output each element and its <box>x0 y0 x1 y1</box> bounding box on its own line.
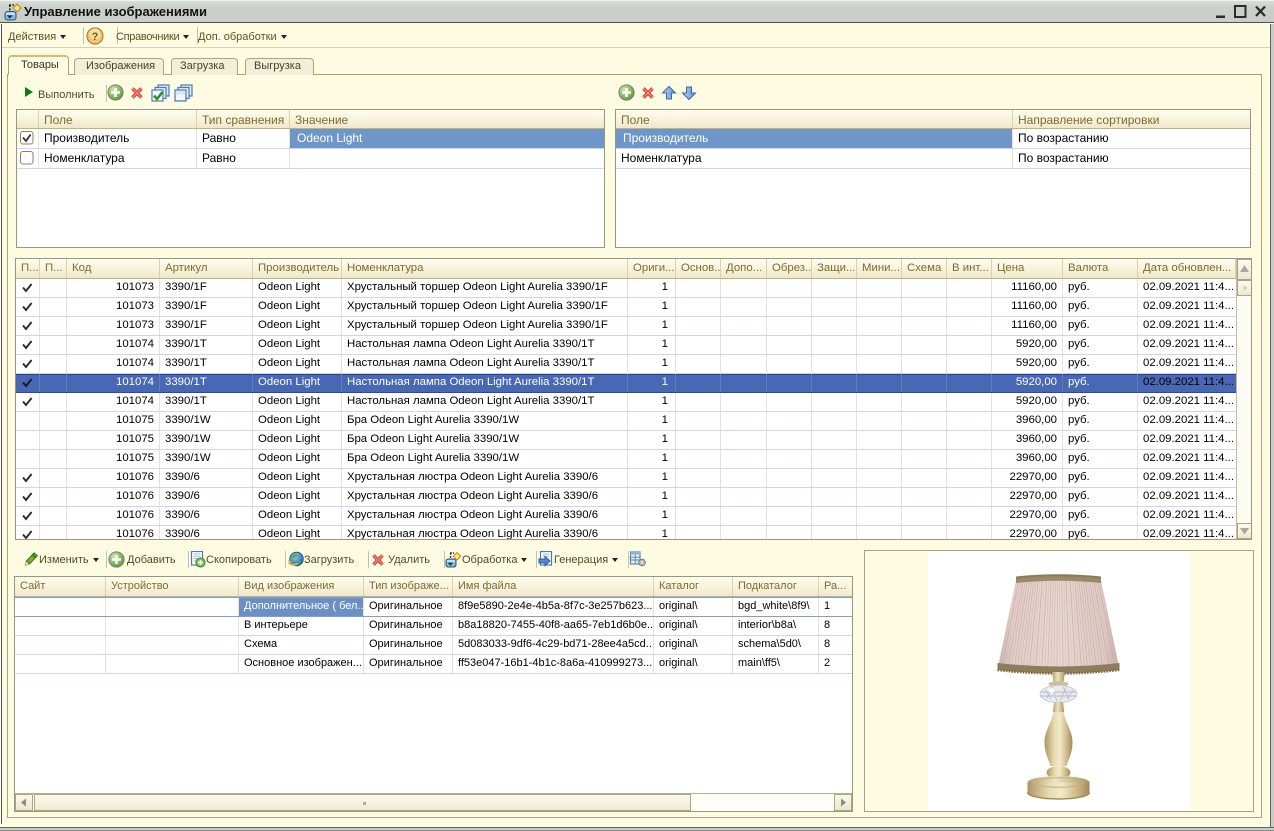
svg-text:?: ? <box>92 31 99 43</box>
